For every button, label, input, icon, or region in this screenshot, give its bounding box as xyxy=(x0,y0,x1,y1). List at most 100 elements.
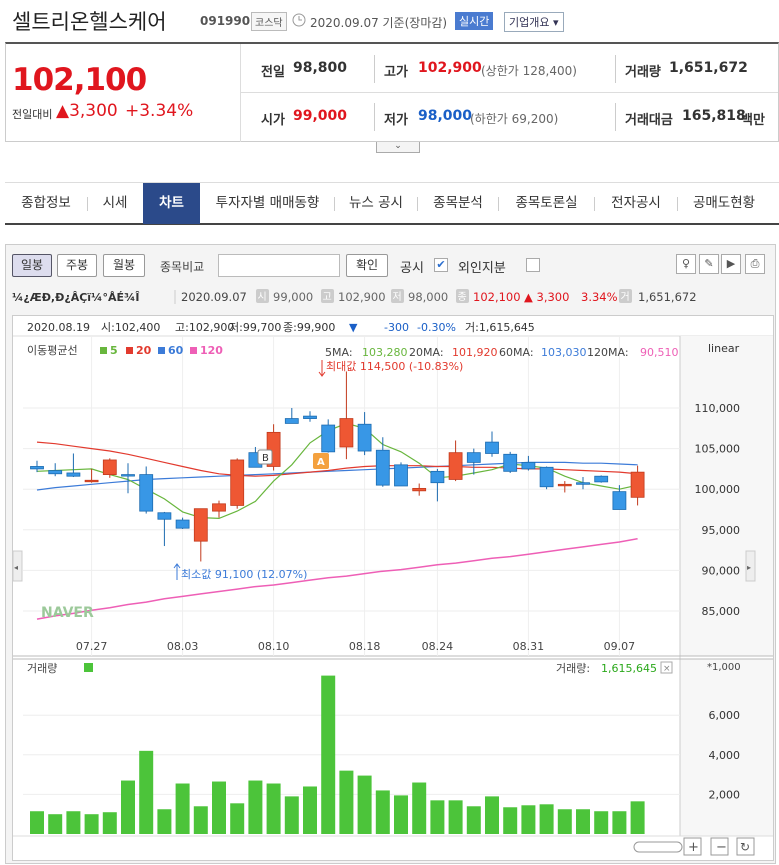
volume-bar xyxy=(84,814,99,834)
print-icon[interactable]: ⎙ xyxy=(745,254,765,274)
ma20-swatch xyxy=(126,347,133,354)
ma5-value: 103,280 xyxy=(362,346,408,359)
close-icon: × xyxy=(663,664,671,674)
ma120-line xyxy=(36,537,638,620)
open-label: 시가 xyxy=(261,113,285,128)
price-tick-label: 90,000 xyxy=(702,564,741,577)
price-tick-label: 95,000 xyxy=(702,524,741,537)
candle-body xyxy=(612,491,627,510)
cursor-icon[interactable]: ▶ xyxy=(721,254,741,274)
change-percent: +3.34% xyxy=(125,101,194,121)
candle-body xyxy=(503,453,518,472)
marker-a: A xyxy=(317,457,325,468)
tab-price[interactable]: 시세 xyxy=(88,183,142,224)
volume-bar xyxy=(284,796,299,834)
high-tag: 고 xyxy=(323,292,332,303)
ma20-legend: 20 xyxy=(136,344,152,357)
lower-limit: (하한가 69,200) xyxy=(470,112,559,126)
info-change: ▲ 3,300 xyxy=(524,290,569,304)
change-value: ▲3,300 xyxy=(56,101,118,121)
date-tick-label: 08.10 xyxy=(258,640,290,653)
tab-short-selling[interactable]: 공매도현황 xyxy=(678,183,770,224)
volume-tick-label: 4,000 xyxy=(709,749,741,762)
candle-body xyxy=(539,466,554,488)
ma-legend-title: 이동평균선 xyxy=(27,344,78,357)
volume-bar xyxy=(48,814,63,834)
candle-body xyxy=(485,441,499,454)
tab-forum[interactable]: 종목토론실 xyxy=(499,183,594,224)
info-high: 102,900 xyxy=(338,290,386,304)
volume-bar xyxy=(157,809,172,834)
price-chart-svg: 2020.08.19 시:102,400 고:102,900 저:99,700 … xyxy=(12,316,773,860)
close-tag: 종 xyxy=(458,291,467,303)
zoom-slider[interactable] xyxy=(633,841,683,853)
hover-volume: 거:1,615,645 xyxy=(465,321,535,334)
volume-bar xyxy=(139,750,154,834)
volume-current: 1,615,645 xyxy=(601,662,657,675)
corp-info-dropdown[interactable]: 기업개요 ▾ xyxy=(504,12,564,32)
current-price: 102,100 xyxy=(12,62,147,98)
volume-tick-label: 2,000 xyxy=(709,788,741,801)
high-value: 102,900 xyxy=(418,60,482,76)
ma60-value-label: 60MA: xyxy=(499,346,534,359)
volume-bar xyxy=(212,781,226,834)
tab-disclosure[interactable]: 전자공시 xyxy=(595,183,677,224)
candle-body xyxy=(303,415,317,419)
volume-current-label: 거래량: xyxy=(556,662,590,675)
candle-body xyxy=(448,452,463,480)
price-chart[interactable]: 2020.08.19 시:102,400 고:102,900 저:99,700 … xyxy=(12,315,774,861)
prev-value: 98,800 xyxy=(293,60,348,76)
date-tick-label: 08.03 xyxy=(167,640,199,653)
tab-summary[interactable]: 종합정보 xyxy=(5,183,87,224)
volume-bar xyxy=(248,780,263,834)
candle-body xyxy=(175,519,190,529)
candle-body xyxy=(630,471,645,498)
date-tick-label: 08.18 xyxy=(349,640,381,653)
expand-chevron-icon[interactable]: ⌄ xyxy=(376,142,420,153)
candle-body xyxy=(557,483,572,487)
market-badge: 코스닥 xyxy=(251,12,287,31)
ma60-value: 103,030 xyxy=(541,346,587,359)
candle-body xyxy=(212,503,226,512)
naver-watermark: NAVER xyxy=(41,605,94,621)
confirm-button[interactable]: 확인 xyxy=(346,254,388,277)
volume-bar xyxy=(175,783,190,834)
candle-body xyxy=(139,474,154,512)
hover-low: 저:99,700 xyxy=(229,321,281,334)
ma120-swatch xyxy=(190,347,197,354)
ma20-value-label: 20MA: xyxy=(409,346,444,359)
candle-body xyxy=(339,418,354,448)
volume-bar xyxy=(612,811,627,834)
tab-news[interactable]: 뉴스 공시 xyxy=(335,183,417,224)
candle-body xyxy=(375,449,390,486)
hover-arrow: ▼ xyxy=(349,321,358,334)
compare-label: 종목비교 xyxy=(160,260,205,274)
monthly-button[interactable]: 월봉 xyxy=(103,254,145,277)
scale-label: linear xyxy=(708,342,740,355)
disclosure-checkbox[interactable]: ✔ xyxy=(434,258,448,272)
volume-bar xyxy=(30,811,44,834)
volume-bar xyxy=(102,812,117,834)
candle-body xyxy=(66,472,81,477)
volume-bar xyxy=(412,782,427,834)
daily-button[interactable]: 일봉 xyxy=(12,254,52,277)
ma60-swatch xyxy=(158,347,165,354)
ma120-value: 90,510 xyxy=(640,346,679,359)
foreign-ratio-checkbox[interactable] xyxy=(526,258,540,272)
candle-body xyxy=(430,470,445,484)
draw-icon[interactable]: ✎ xyxy=(699,254,719,274)
hover-high: 고:102,900 xyxy=(175,321,234,334)
pin-icon[interactable]: ♀ xyxy=(676,254,696,274)
volume-bar xyxy=(594,811,609,834)
volume-bar xyxy=(339,770,354,834)
volume-bar xyxy=(266,783,281,834)
weekly-button[interactable]: 주봉 xyxy=(57,254,97,277)
tab-analysis[interactable]: 종목분석 xyxy=(418,183,498,224)
zoom-out-icon: − xyxy=(716,840,727,855)
candle-body xyxy=(466,452,481,463)
tab-chart[interactable]: 차트 xyxy=(143,183,200,224)
realtime-button[interactable]: 실시간 xyxy=(455,12,494,30)
tab-investor[interactable]: 투자자별 매매동향 xyxy=(201,183,334,224)
candle-body xyxy=(102,459,117,475)
compare-input[interactable] xyxy=(218,254,340,277)
